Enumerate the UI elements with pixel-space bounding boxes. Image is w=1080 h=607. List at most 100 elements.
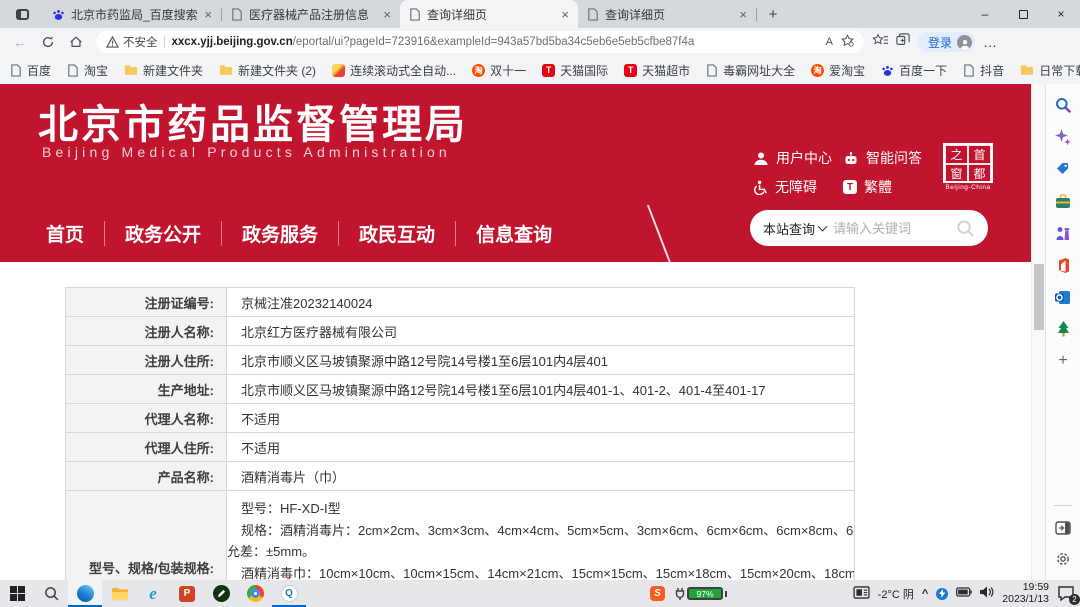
tray-volume-icon[interactable] bbox=[980, 586, 994, 601]
tray-flash-icon[interactable] bbox=[936, 588, 948, 600]
tab-close-icon[interactable]: × bbox=[383, 8, 391, 21]
refresh-button[interactable] bbox=[35, 30, 61, 54]
page-icon bbox=[963, 64, 975, 77]
bookmark-label: 百度 bbox=[27, 62, 51, 79]
settings-more-button[interactable]: … bbox=[983, 34, 998, 50]
tab-query-detail-active[interactable]: 查询详细页 × bbox=[400, 0, 578, 28]
bookmark-item[interactable]: 淘爱淘宝 bbox=[811, 62, 865, 79]
url-path: /eportal/ui?pageId=723916&exampleId=943a… bbox=[293, 36, 818, 48]
sidebar-shopping-icon[interactable] bbox=[1054, 160, 1072, 178]
notification-center-icon[interactable]: 2 bbox=[1057, 585, 1077, 603]
taskbar-notes-app-icon[interactable] bbox=[204, 580, 238, 607]
sidebar-discover-icon[interactable] bbox=[1054, 128, 1072, 146]
nav-public-interaction[interactable]: 政民互动 bbox=[339, 220, 455, 247]
new-tab-button[interactable]: + bbox=[761, 6, 785, 23]
read-aloud-button[interactable]: A bbox=[826, 36, 833, 48]
page-scrollbar[interactable] bbox=[1031, 84, 1045, 580]
bookmark-item[interactable]: 毒霸网址大全 bbox=[706, 62, 795, 79]
tmall-icon: T bbox=[542, 64, 555, 77]
tab-baidu-search[interactable]: 北京市药监局_百度搜索 × bbox=[43, 0, 221, 28]
taskbar-middle-cluster: S 97% bbox=[650, 586, 727, 601]
sidebar-tree-icon[interactable] bbox=[1054, 320, 1072, 338]
tab-close-icon[interactable]: × bbox=[739, 8, 747, 21]
weather-label[interactable]: -2°C 阴 bbox=[878, 586, 914, 602]
taskbar-ie-icon[interactable]: e bbox=[136, 580, 170, 607]
nav-home[interactable]: 首页 bbox=[26, 220, 104, 247]
tab-actions-button[interactable] bbox=[9, 4, 35, 24]
site-subtitle: Beijing Medical Products Administration bbox=[42, 144, 451, 160]
seal-grid: 之 首 窗 都 bbox=[943, 143, 993, 183]
sogou-input-icon[interactable]: S bbox=[650, 586, 665, 601]
link-smart-qa[interactable]: 智能问答 bbox=[843, 148, 922, 168]
tab-actions-icon bbox=[16, 9, 29, 20]
row-value: 北京市顺义区马坡镇聚源中路12号院14号楼1至6层101内4层401-1、401… bbox=[227, 375, 854, 403]
tab-title: 查询详细页 bbox=[427, 6, 555, 23]
seal-char: 窗 bbox=[945, 164, 968, 183]
tray-battery-icon[interactable] bbox=[956, 587, 972, 600]
tab-close-icon[interactable]: × bbox=[204, 8, 212, 21]
plug-icon bbox=[675, 588, 685, 600]
sidebar-divider bbox=[1054, 505, 1072, 506]
sidebar-games-icon[interactable] bbox=[1054, 224, 1072, 242]
bookmark-item[interactable]: 百度 bbox=[10, 62, 51, 79]
nav-gov-disclosure[interactable]: 政务公开 bbox=[105, 220, 221, 247]
home-button[interactable] bbox=[63, 30, 89, 54]
tab-query-detail-2[interactable]: 查询详细页 × bbox=[578, 0, 756, 28]
back-button[interactable]: ← bbox=[7, 30, 33, 54]
link-traditional-chinese[interactable]: T 繁體 bbox=[843, 177, 892, 197]
bookmark-item[interactable]: 抖音 bbox=[963, 62, 1004, 79]
address-bar[interactable]: 不安全 xxcx.yjj.beijing.gov.cn /eportal/ui?… bbox=[96, 31, 864, 53]
sidebar-panel-icon[interactable] bbox=[1054, 519, 1072, 537]
window-minimize-button[interactable]: – bbox=[966, 0, 1004, 28]
bookmark-folder[interactable]: 新建文件夹 (2) bbox=[219, 62, 316, 79]
collections-button[interactable] bbox=[896, 33, 910, 52]
scrollbar-thumb[interactable] bbox=[1034, 264, 1044, 330]
taskbar-edge-icon[interactable] bbox=[68, 580, 102, 607]
taskbar-powerpoint-icon[interactable]: P bbox=[170, 580, 204, 607]
sidebar-tools-icon[interactable] bbox=[1054, 192, 1072, 210]
taskbar-clock[interactable]: 19:59 2023/1/13 bbox=[1002, 582, 1049, 605]
window-restore-button[interactable] bbox=[1004, 0, 1042, 28]
taskbar-search-button[interactable] bbox=[34, 580, 68, 607]
bookmark-item[interactable]: T天猫国际 bbox=[542, 62, 608, 79]
add-favorite-star-icon[interactable] bbox=[841, 34, 854, 50]
tab-close-icon[interactable]: × bbox=[561, 8, 569, 21]
bookmark-item[interactable]: 淘宝 bbox=[67, 62, 108, 79]
beijing-china-seal-logo[interactable]: 之 首 窗 都 Beijing-China bbox=[943, 143, 993, 191]
start-button[interactable] bbox=[0, 580, 34, 607]
battery-meter-widget[interactable]: 97% bbox=[675, 587, 727, 600]
link-accessibility[interactable]: 无障碍 bbox=[753, 177, 817, 197]
bookmark-item[interactable]: 连续滚动式全自动... bbox=[332, 62, 456, 79]
taskbar-file-explorer-icon[interactable] bbox=[102, 580, 136, 607]
bookmark-label: 连续滚动式全自动... bbox=[350, 62, 456, 79]
news-widget-icon[interactable] bbox=[853, 586, 870, 602]
search-scope-dropdown[interactable]: 本站查询 bbox=[763, 219, 826, 238]
sidebar-outlook-icon[interactable] bbox=[1054, 288, 1072, 306]
sidebar-office-icon[interactable] bbox=[1054, 256, 1072, 274]
tray-expand-chevron[interactable]: ^ bbox=[922, 588, 928, 600]
bookmark-folder[interactable]: 新建文件夹 bbox=[124, 62, 203, 79]
taskbar-qq-browser-icon[interactable]: Q bbox=[272, 580, 306, 607]
bookmark-folder[interactable]: 日常下载 bbox=[1020, 62, 1080, 79]
bookmark-item[interactable]: T天猫超市 bbox=[624, 62, 690, 79]
sidebar-add-button[interactable]: + bbox=[1054, 352, 1072, 370]
quick-link-label: 繁體 bbox=[864, 177, 892, 197]
bookmark-item[interactable]: 淘双十一 bbox=[472, 62, 526, 79]
sidebar-search-icon[interactable] bbox=[1054, 96, 1072, 114]
search-icon[interactable] bbox=[956, 219, 975, 238]
date-label: 2023/1/13 bbox=[1002, 594, 1049, 606]
nav-gov-services[interactable]: 政务服务 bbox=[222, 220, 338, 247]
taskbar-chrome-icon[interactable] bbox=[238, 580, 272, 607]
tab-title: 医疗器械产品注册信息 bbox=[249, 6, 377, 23]
page-content: 注册证编号:京械注准20232140024 注册人名称:北京红方医疗器械有限公司… bbox=[0, 262, 1031, 580]
favorites-button[interactable] bbox=[873, 33, 888, 52]
tab-device-registration[interactable]: 医疗器械产品注册信息 × bbox=[222, 0, 400, 28]
site-search-input[interactable] bbox=[833, 221, 949, 236]
window-close-button[interactable]: × bbox=[1042, 0, 1080, 28]
link-user-center[interactable]: 用户中心 bbox=[753, 148, 832, 168]
profile-login-button[interactable]: 登录 bbox=[918, 32, 975, 52]
bookmark-item[interactable]: 百度一下 bbox=[881, 62, 947, 79]
nav-info-query[interactable]: 信息查询 bbox=[456, 220, 572, 247]
row-label: 注册人名称: bbox=[66, 317, 227, 345]
sidebar-settings-gear-icon[interactable] bbox=[1054, 550, 1072, 568]
